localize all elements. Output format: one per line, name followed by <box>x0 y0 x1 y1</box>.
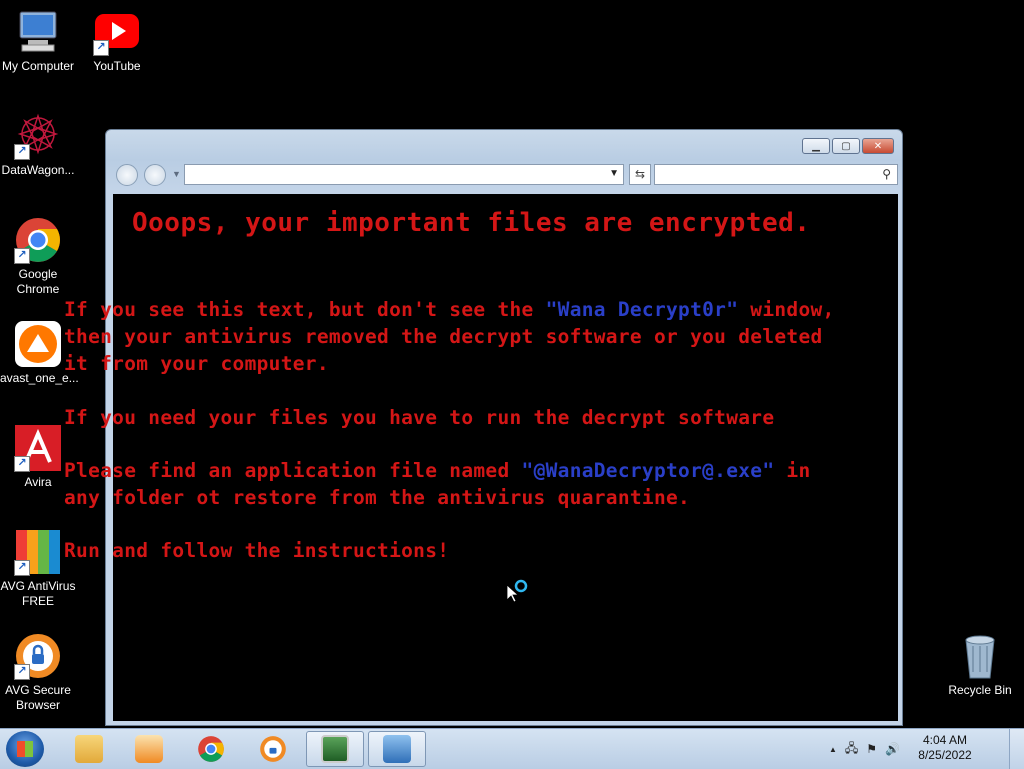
show-desktop-button[interactable] <box>1009 729 1024 769</box>
desktop-icon-label: Recycle Bin <box>948 683 1012 697</box>
taskbar-task-manager[interactable] <box>306 731 364 767</box>
media-player-icon <box>135 735 163 763</box>
minimize-button[interactable]: ▁ <box>802 138 830 154</box>
ransom-text-line: then your antivirus removed the decrypt … <box>64 325 823 348</box>
search-input[interactable]: ⚲ <box>654 164 898 185</box>
text-segment: window, <box>738 298 835 321</box>
taskbar-media-player[interactable] <box>120 731 178 767</box>
window-controls: ▁ ▢ ✕ <box>802 138 894 154</box>
avast-icon <box>14 320 62 368</box>
taskbar: ▲ 🖧 ⚑ 🔊 4:04 AM 8/25/2022 <box>0 728 1024 769</box>
maximize-icon: ▢ <box>841 140 851 152</box>
volume-icon[interactable]: 🔊 <box>885 742 900 756</box>
text-segment: in <box>774 459 811 482</box>
chrome-icon: ↗ <box>14 216 62 264</box>
control-panel-icon <box>383 735 411 763</box>
shortcut-arrow-icon: ↗ <box>14 456 30 472</box>
taskbar-chrome[interactable] <box>182 731 240 767</box>
busy-cursor-icon <box>506 578 532 609</box>
back-button[interactable] <box>116 164 138 186</box>
search-icon[interactable]: ⚲ <box>882 167 891 181</box>
shortcut-arrow-icon: ↗ <box>93 40 109 56</box>
desktop-icon-avg-secure-browser[interactable]: ↗ AVG Secure Browser <box>0 632 76 713</box>
avira-icon: ↗ <box>14 424 62 472</box>
start-button[interactable] <box>6 731 44 767</box>
desktop-icon-label: Google Chrome <box>16 267 60 296</box>
ransom-text-line: If you need your files you have to run t… <box>64 406 775 429</box>
recent-pages-icon[interactable]: ▼ <box>172 169 181 179</box>
task-manager-icon <box>321 735 349 763</box>
minimize-icon: ▁ <box>812 140 820 152</box>
ransom-text-line: Please find an application file named "@… <box>64 457 811 484</box>
ransom-title: Ooops, your important files are encrypte… <box>132 208 811 238</box>
computer-icon <box>14 8 62 56</box>
youtube-icon: ↗ <box>93 8 141 56</box>
text-segment: Please find an application file named <box>64 459 522 482</box>
ransom-text-line: it from your computer. <box>64 352 329 375</box>
shortcut-arrow-icon: ↗ <box>14 248 30 264</box>
avg-browser-icon: ↗ <box>14 632 62 680</box>
highlighted-text: "Wana Decrypt0r" <box>545 298 739 321</box>
desktop-icon-my-computer[interactable]: My Computer <box>0 8 76 74</box>
shortcut-arrow-icon: ↗ <box>14 560 30 576</box>
taskbar-avg-browser[interactable] <box>244 731 302 767</box>
action-center-icon[interactable]: ⚑ <box>866 742 877 756</box>
close-button[interactable]: ✕ <box>862 138 894 154</box>
desktop-icon-youtube[interactable]: ↗ YouTube <box>79 8 155 74</box>
ransom-text-line: any folder ot restore from the antivirus… <box>64 486 691 509</box>
refresh-icon: ⇆ <box>634 167 646 181</box>
clock-date: 8/25/2022 <box>918 748 972 762</box>
clock-time: 4:04 AM <box>922 733 968 747</box>
desktop-icon-label: My Computer <box>1 59 75 73</box>
address-bar[interactable]: ▼ <box>184 164 624 185</box>
desktop-icon-label: DataWagon... <box>1 163 75 177</box>
address-dropdown-icon[interactable]: ▼ <box>609 168 619 179</box>
desktop-icon-label: AVG Secure Browser <box>5 683 71 712</box>
close-icon: ✕ <box>873 140 883 152</box>
shortcut-arrow-icon: ↗ <box>14 664 30 680</box>
chrome-icon <box>198 736 224 762</box>
network-icon[interactable]: 🖧 <box>845 739 858 760</box>
avg-browser-icon <box>260 736 286 762</box>
taskbar-explorer[interactable] <box>60 731 118 767</box>
desktop-icon-label: AVG AntiVirus FREE <box>0 579 76 608</box>
show-hidden-icons-icon[interactable]: ▲ <box>829 745 837 754</box>
folder-icon <box>75 735 103 763</box>
desktop-icon-label: YouTube <box>93 59 141 73</box>
shortcut-arrow-icon: ↗ <box>14 144 30 160</box>
refresh-button[interactable]: ⇆ <box>629 164 651 185</box>
desktop-icon-google-chrome[interactable]: ↗ Google Chrome <box>0 216 76 297</box>
ransom-text-line: Run and follow the instructions! <box>64 539 450 562</box>
datawagon-icon: ↗ <box>14 112 62 160</box>
avg-antivirus-icon: ↗ <box>14 528 62 576</box>
text-segment: If you see this text, but don't see the <box>64 298 546 321</box>
ransom-text-line: If you see this text, but don't see the … <box>64 296 835 323</box>
navigation-bar: ▼ ▼ ⇆ ⚲ <box>114 162 898 186</box>
system-tray: ▲ 🖧 ⚑ 🔊 <box>829 733 900 765</box>
recycle-bin-icon <box>956 632 1004 680</box>
highlighted-text: "@WanaDecryptor@.exe" <box>521 459 775 482</box>
maximize-button[interactable]: ▢ <box>832 138 860 154</box>
clock[interactable]: 4:04 AM 8/25/2022 <box>906 733 984 763</box>
desktop-icon-recycle-bin[interactable]: Recycle Bin <box>942 632 1018 698</box>
taskbar-control-panel[interactable] <box>368 731 426 767</box>
desktop-icon-datawagon[interactable]: ↗ DataWagon... <box>0 112 76 178</box>
forward-button[interactable] <box>144 164 166 186</box>
